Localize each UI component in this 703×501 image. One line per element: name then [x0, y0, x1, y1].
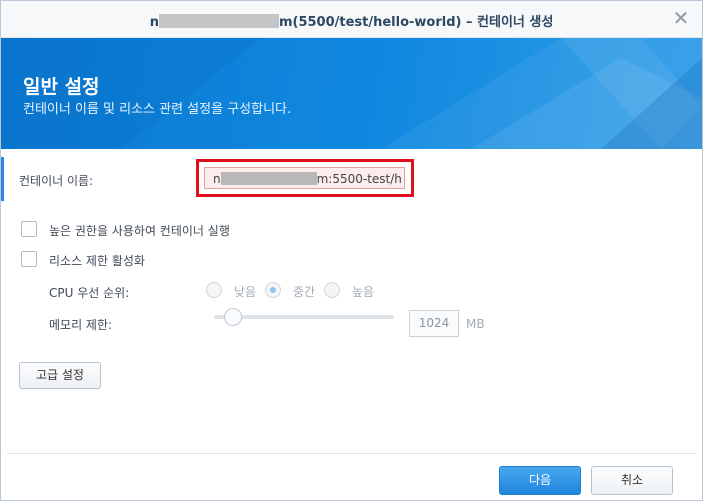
dialog-titlebar: n m(5500/test/hello-world) – 컨테이너 생성 ✕ — [1, 1, 702, 38]
cpu-low-label: 낮음 — [234, 285, 257, 299]
memory-value-input[interactable]: 1024 — [409, 310, 459, 337]
section-subtitle: 컨테이너 이름 및 리소스 관련 설정을 구성합니다. — [23, 102, 292, 117]
dialog-title: n m(5500/test/hello-world) – 컨테이너 생성 — [1, 11, 702, 30]
advanced-settings-button[interactable]: 고급 설정 — [19, 362, 101, 389]
cpu-medium-radio[interactable] — [265, 282, 281, 298]
cpu-high-radio[interactable] — [324, 282, 340, 298]
run-privileged-checkbox[interactable] — [21, 221, 37, 237]
container-name-label: 컨테이너 이름: — [19, 174, 94, 188]
active-field-indicator — [1, 157, 4, 201]
banner-decoration — [1, 38, 702, 149]
memory-limit-label: 메모리 제한: — [49, 318, 113, 332]
memory-unit-label: MB — [466, 317, 485, 331]
dialog-title-prefix: n — [149, 15, 159, 30]
container-name-input[interactable]: n m:5500-test/h — [204, 167, 405, 189]
cpu-high-label: 높음 — [352, 285, 375, 299]
footer-divider — [7, 453, 696, 454]
redacted-name — [220, 172, 317, 185]
close-icon[interactable]: ✕ — [672, 8, 690, 28]
run-privileged-label: 높은 권한을 사용하여 컨테이너 실행 — [49, 224, 230, 238]
cancel-button[interactable]: 취소 — [591, 466, 673, 495]
next-button[interactable]: 다음 — [499, 466, 581, 495]
cpu-low-radio[interactable] — [206, 282, 222, 298]
highlight-box: n m:5500-test/h — [196, 159, 414, 197]
resource-limit-checkbox[interactable] — [21, 251, 37, 267]
redacted-host — [158, 14, 279, 28]
create-container-dialog: n m(5500/test/hello-world) – 컨테이너 생성 ✕ 일반… — [0, 0, 703, 501]
dialog-title-suffix: m(5500/test/hello-world) – 컨테이너 생성 — [278, 15, 554, 30]
resource-limit-label: 리소스 제한 활성화 — [49, 254, 145, 268]
section-title: 일반 설정 — [23, 76, 100, 98]
header-banner: 일반 설정 컨테이너 이름 및 리소스 관련 설정을 구성합니다. — [1, 38, 702, 149]
cpu-medium-label: 중간 — [293, 285, 316, 299]
memory-slider-handle[interactable] — [224, 308, 242, 326]
cpu-priority-label: CPU 우선 순위: — [49, 286, 130, 300]
container-name-suffix: m:5500-test/h — [316, 172, 402, 186]
container-name-prefix: n — [213, 172, 221, 186]
